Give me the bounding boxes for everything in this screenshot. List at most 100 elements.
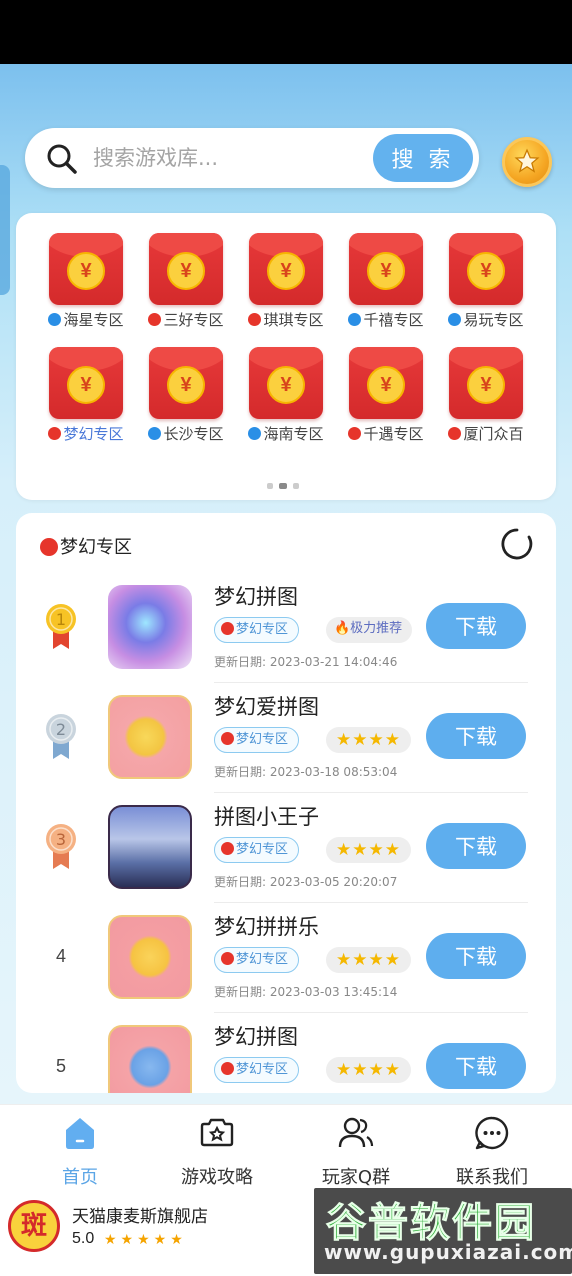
red-envelope-icon: ¥ <box>449 347 523 419</box>
red-envelope-icon: ¥ <box>149 347 223 419</box>
zone-item[interactable]: ¥ 长沙专区 <box>136 347 236 444</box>
watermark: 谷普软件园 www.gupuxiazai.com <box>314 1188 572 1274</box>
zone-item[interactable]: ¥ 厦门众百 <box>436 347 536 444</box>
game-row[interactable]: 2 梦幻爱拼图梦幻专区 ★★★★ 更新日期: 2023-03-18 08:53:04 下… <box>16 683 556 793</box>
edge-handle[interactable] <box>0 165 10 295</box>
red-envelope-icon: ¥ <box>149 233 223 305</box>
shop-stars: ★★★★★ <box>104 1231 187 1247</box>
update-date: 更新日期: 2023-03-18 08:53:04 <box>214 765 398 779</box>
zone-label: 琪琪专区 <box>236 309 336 330</box>
blue-dot-icon <box>248 427 262 440</box>
red-dot-icon <box>148 313 162 326</box>
zone-tag: 梦幻专区 <box>214 727 300 753</box>
zone-tag: 梦幻专区 <box>214 617 300 643</box>
zone-item[interactable]: ¥ 琪琪专区 <box>236 233 336 330</box>
game-icon[interactable] <box>108 805 192 889</box>
zone-grid: ¥ 海星专区 ¥ 三好专区 ¥ 琪琪专区 ¥ 千禧专区 ¥ 易玩专区 ¥ 梦幻专区 ¥ 长沙专区 ¥ 海南专区… <box>16 213 556 500</box>
zone-label: 厦门众百 <box>436 423 536 444</box>
red-dot-icon <box>448 427 462 440</box>
download-button[interactable]: 下载 <box>426 933 526 979</box>
game-name[interactable]: 梦幻拼图 <box>214 1021 298 1051</box>
red-dot-icon <box>48 427 62 440</box>
zone-label: 易玩专区 <box>436 309 536 330</box>
svg-text:2: 2 <box>56 720 66 739</box>
coin-icon: ¥ <box>67 366 105 404</box>
zone-item[interactable]: ¥ 海星专区 <box>36 233 136 330</box>
list-title: 梦幻专区 <box>40 533 132 559</box>
zone-item[interactable]: ¥ 梦幻专区 <box>36 347 136 444</box>
zone-item[interactable]: ¥ 千禧专区 <box>336 233 436 330</box>
rank-medal-icon: 1 <box>46 604 76 649</box>
nav-home[interactable]: 首页 <box>15 1115 145 1189</box>
favorites-button[interactable] <box>502 137 552 187</box>
blue-dot-icon <box>48 313 62 326</box>
shop-logo: 斑 <box>8 1200 60 1252</box>
zone-label: 千遇专区 <box>336 423 436 444</box>
bottom-nav: 首页 游戏攻略 玩家Q群 联系我们 <box>0 1104 572 1188</box>
rating-stars: ★★★★ <box>326 1057 411 1083</box>
game-name[interactable]: 拼图小王子 <box>214 801 319 831</box>
game-row[interactable]: 5 梦幻拼图 梦幻专区 ★★★★ 下载 <box>16 1013 556 1093</box>
game-name[interactable]: 梦幻拼图 <box>214 581 298 611</box>
nav-guide-label: 游戏攻略 <box>181 1167 253 1188</box>
shop-rating: 5.0 <box>72 1230 95 1247</box>
coin-icon: ¥ <box>367 252 405 290</box>
download-button[interactable]: 下载 <box>426 823 526 869</box>
rating-stars: ★★★★ <box>326 837 411 863</box>
nav-players[interactable]: 玩家Q群 <box>291 1115 421 1189</box>
status-bar <box>0 0 572 64</box>
guide-icon <box>200 1118 234 1147</box>
red-envelope-icon: ¥ <box>449 233 523 305</box>
shop-name: 天猫康麦斯旗舰店 <box>72 1207 208 1227</box>
update-date: 更新日期: 2023-03-21 14:04:46 <box>214 655 398 669</box>
coin-icon: ¥ <box>167 252 205 290</box>
red-envelope-icon: ¥ <box>49 347 123 419</box>
zone-label: 梦幻专区 <box>36 423 136 444</box>
search-button[interactable]: 搜 索 <box>373 134 473 182</box>
red-dot-icon <box>221 952 234 965</box>
download-button[interactable]: 下载 <box>426 713 526 759</box>
search-input[interactable] <box>93 128 363 188</box>
game-row[interactable]: 1 梦幻拼图 梦幻专区 🔥极力推荐 更新日期: 2023-03-21 14:04:46 下… <box>16 573 556 683</box>
chat-icon <box>475 1116 509 1150</box>
red-dot-icon <box>221 1062 234 1075</box>
refresh-icon[interactable] <box>500 527 534 561</box>
zone-tag: 梦幻专区 <box>214 947 300 973</box>
red-envelope-icon: ¥ <box>349 233 423 305</box>
list-title-text: 梦幻专区 <box>60 537 132 558</box>
blue-dot-icon <box>448 313 462 326</box>
zone-tag: 梦幻专区 <box>214 837 300 863</box>
nav-players-label: 玩家Q群 <box>321 1167 391 1188</box>
zone-item[interactable]: ¥ 易玩专区 <box>436 233 536 330</box>
download-button[interactable]: 下载 <box>426 1043 526 1089</box>
game-row[interactable]: 4 梦幻拼拼乐 梦幻专区 ★★★★ 更新日期: 2023-03-03 13:45:14 下… <box>16 903 556 1013</box>
zone-item[interactable]: ¥ 海南专区 <box>236 347 336 444</box>
game-icon[interactable] <box>108 695 192 779</box>
page-dot <box>293 483 299 489</box>
nav-contact[interactable]: 联系我们 <box>427 1115 557 1189</box>
zone-item[interactable]: ¥ 千遇专区 <box>336 347 436 444</box>
game-icon[interactable] <box>108 585 192 669</box>
nav-guide[interactable]: 游戏攻略 <box>152 1115 282 1189</box>
game-name[interactable]: 梦幻爱拼图 <box>214 691 319 721</box>
rating-stars: ★★★★ <box>326 727 411 753</box>
red-dot-icon <box>221 842 234 855</box>
zone-label: 长沙专区 <box>136 423 236 444</box>
zone-item[interactable]: ¥ 三好专区 <box>136 233 236 330</box>
game-icon[interactable] <box>108 1025 192 1093</box>
red-dot-icon <box>221 622 234 635</box>
game-icon[interactable] <box>108 915 192 999</box>
coin-icon: ¥ <box>267 252 305 290</box>
blue-dot-icon <box>148 427 162 440</box>
rank-number: 5 <box>55 1056 66 1076</box>
download-button[interactable]: 下载 <box>426 603 526 649</box>
nav-home-label: 首页 <box>62 1167 98 1188</box>
page-indicator <box>267 476 305 494</box>
game-row[interactable]: 3 拼图小王子 梦幻专区 ★★★★ 更新日期: 2023-03-05 20:20:07 下… <box>16 793 556 903</box>
svg-text:1: 1 <box>56 610 66 629</box>
search-bar: 搜 索 <box>25 128 479 188</box>
red-envelope-icon: ¥ <box>49 233 123 305</box>
coin-icon: ¥ <box>467 252 505 290</box>
game-name[interactable]: 梦幻拼拼乐 <box>214 911 319 941</box>
home-icon <box>66 1118 94 1149</box>
